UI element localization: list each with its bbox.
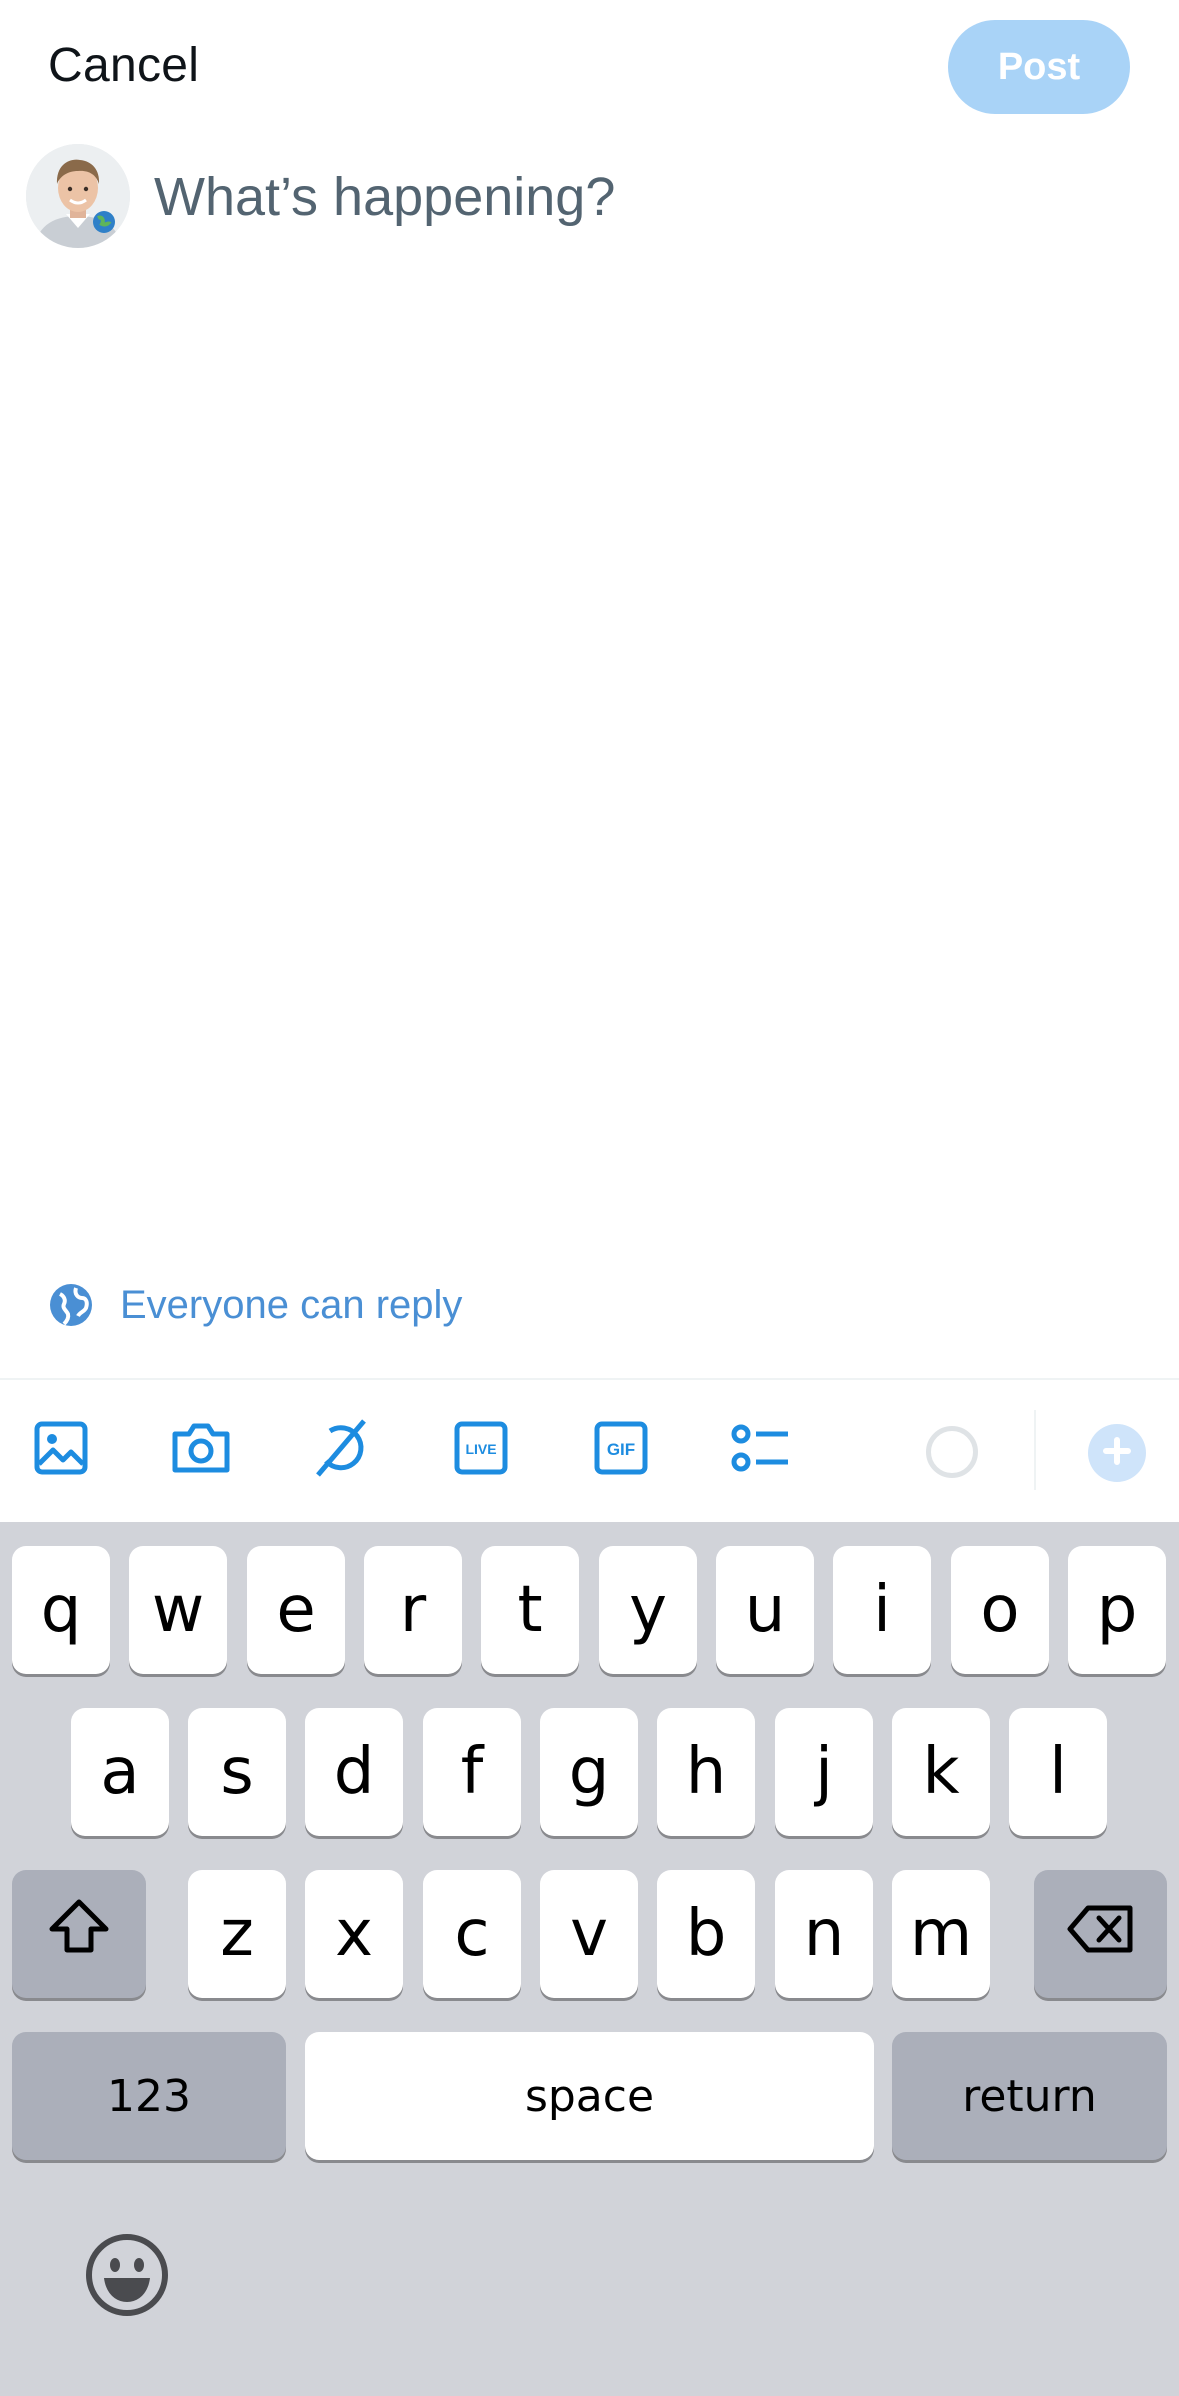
key-b[interactable]: b [657, 1870, 755, 1998]
character-count-ring [926, 1426, 978, 1478]
keyboard: q w e r t y u i o p a s d f g h j k l z … [0, 1522, 1179, 2396]
key-s[interactable]: s [188, 1708, 286, 1836]
cancel-button[interactable]: Cancel [48, 38, 199, 93]
camera-icon[interactable] [168, 1415, 234, 1481]
gif-icon[interactable]: GIF [588, 1415, 654, 1481]
shift-icon [46, 1897, 112, 1971]
plus-icon [1102, 1436, 1132, 1471]
key-v[interactable]: v [540, 1870, 638, 1998]
shift-key[interactable] [12, 1870, 146, 1998]
emoji-key[interactable] [84, 2232, 170, 2318]
numbers-key-label: 123 [107, 2070, 191, 2122]
backspace-icon [1066, 1897, 1136, 1971]
key-t[interactable]: t [481, 1546, 579, 1674]
key-y[interactable]: y [599, 1546, 697, 1674]
key-m[interactable]: m [892, 1870, 990, 1998]
key-o[interactable]: o [951, 1546, 1049, 1674]
svg-text:GIF: GIF [607, 1440, 635, 1459]
image-icon[interactable] [28, 1415, 94, 1481]
add-post-button[interactable] [1088, 1424, 1146, 1482]
key-a[interactable]: a [71, 1708, 169, 1836]
key-p[interactable]: p [1068, 1546, 1166, 1674]
key-g[interactable]: g [540, 1708, 638, 1836]
key-c[interactable]: c [423, 1870, 521, 1998]
numbers-key[interactable]: 123 [12, 2032, 286, 2160]
compose-toolbar: LIVE GIF [0, 1380, 1179, 1522]
key-l[interactable]: l [1009, 1708, 1107, 1836]
grok-icon[interactable] [308, 1415, 374, 1481]
toolbar-divider [1034, 1410, 1036, 1490]
space-key-label: space [524, 2070, 655, 2122]
avatar[interactable] [26, 144, 130, 248]
space-key[interactable]: space [305, 2032, 874, 2160]
key-d[interactable]: d [305, 1708, 403, 1836]
post-button[interactable]: Post [948, 20, 1130, 114]
key-z[interactable]: z [188, 1870, 286, 1998]
delete-key[interactable] [1034, 1870, 1167, 1998]
key-e[interactable]: e [247, 1546, 345, 1674]
key-x[interactable]: x [305, 1870, 403, 1998]
return-key-label: return [962, 2070, 1097, 2122]
key-n[interactable]: n [775, 1870, 873, 1998]
live-icon[interactable]: LIVE [448, 1415, 514, 1481]
key-h[interactable]: h [657, 1708, 755, 1836]
compose-text-input[interactable]: What’s happening? [154, 166, 615, 228]
key-u[interactable]: u [716, 1546, 814, 1674]
compose-header: Cancel Post [0, 0, 1179, 140]
globe-icon [48, 1282, 94, 1328]
key-f[interactable]: f [423, 1708, 521, 1836]
svg-text:LIVE: LIVE [465, 1441, 496, 1457]
key-q[interactable]: q [12, 1546, 110, 1674]
key-k[interactable]: k [892, 1708, 990, 1836]
reply-setting[interactable]: Everyone can reply [48, 1280, 462, 1330]
key-r[interactable]: r [364, 1546, 462, 1674]
key-j[interactable]: j [775, 1708, 873, 1836]
key-w[interactable]: w [129, 1546, 227, 1674]
poll-icon[interactable] [728, 1415, 794, 1481]
reply-setting-label: Everyone can reply [120, 1282, 463, 1327]
return-key[interactable]: return [892, 2032, 1167, 2160]
emoji-icon [84, 2234, 170, 2322]
key-i[interactable]: i [833, 1546, 931, 1674]
